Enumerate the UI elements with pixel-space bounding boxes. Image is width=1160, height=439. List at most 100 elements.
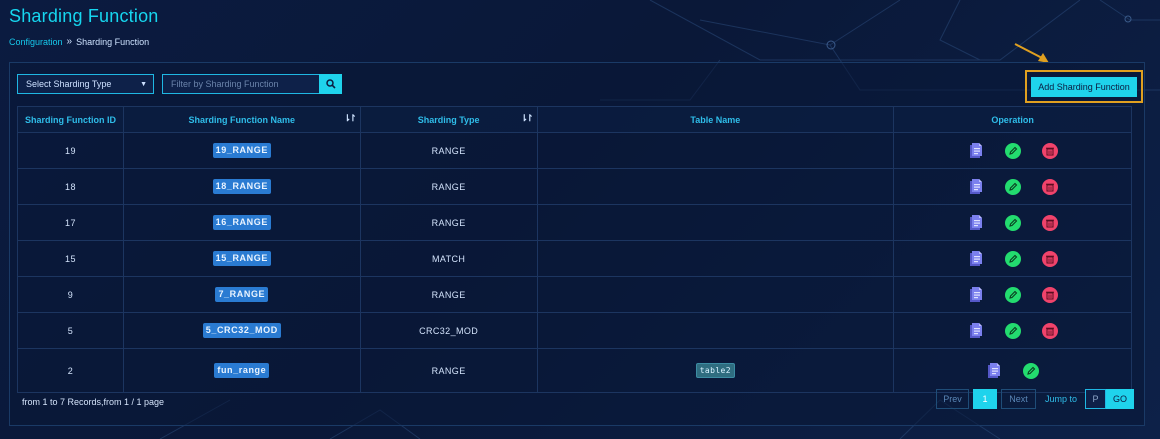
search-button[interactable]: [319, 74, 342, 94]
cell-name: 18_RANGE: [122, 168, 361, 205]
next-page-button[interactable]: Next: [1000, 389, 1036, 409]
table-row: 17 16_RANGE RANGE: [17, 204, 1132, 241]
delete-button[interactable]: [1041, 322, 1058, 339]
edit-button[interactable]: [1004, 214, 1021, 231]
page-number-button[interactable]: 1: [972, 389, 997, 409]
cell-table: [536, 168, 895, 205]
sort-icon[interactable]: ⇂↾: [344, 113, 357, 124]
edit-button[interactable]: [1004, 322, 1021, 339]
edit-button[interactable]: [1004, 178, 1021, 195]
header-operation-label: Operation: [991, 114, 1034, 125]
cell-table: [536, 204, 895, 241]
table-name-tag[interactable]: table2: [695, 363, 735, 378]
breadcrumb-current: Sharding Function: [76, 36, 150, 47]
cell-operation: [893, 348, 1132, 393]
trash-icon: [1045, 147, 1054, 155]
filter-input[interactable]: [162, 74, 319, 94]
table-row: 9 7_RANGE RANGE: [17, 276, 1132, 313]
view-details-button[interactable]: [968, 178, 984, 195]
delete-button[interactable]: [1041, 250, 1058, 267]
chevron-down-icon: ▼: [140, 80, 147, 88]
view-details-button[interactable]: [968, 286, 984, 303]
delete-button[interactable]: [1041, 214, 1058, 231]
header-type-label: Sharding Type: [417, 114, 480, 125]
sharding-type: RANGE: [431, 217, 466, 228]
edit-button[interactable]: [1004, 250, 1021, 267]
function-name-tag[interactable]: fun_range: [214, 363, 270, 378]
add-sharding-function-button[interactable]: Add Sharding Function: [1031, 76, 1137, 97]
header-name: Sharding Function Name ⇂↾: [122, 106, 361, 133]
cell-id: 15: [17, 240, 124, 277]
trash-icon: [1045, 219, 1054, 227]
cell-id: 17: [17, 204, 124, 241]
breadcrumb-configuration-link[interactable]: Configuration: [9, 37, 63, 47]
sharding-type-select[interactable]: Select Sharding Type ▼: [17, 74, 154, 94]
pencil-icon: [1008, 218, 1017, 227]
cell-type: RANGE: [359, 204, 538, 241]
sharding-type-select-label: Select Sharding Type: [26, 79, 112, 89]
trash-icon: [1045, 255, 1054, 263]
function-name-tag[interactable]: 16_RANGE: [212, 215, 271, 230]
header-table-label: Table Name: [690, 114, 741, 125]
view-details-button[interactable]: [968, 250, 984, 267]
search-icon: [325, 79, 336, 89]
cell-name: 16_RANGE: [122, 204, 361, 241]
edit-button[interactable]: [1004, 142, 1021, 159]
delete-button[interactable]: [1041, 286, 1058, 303]
pencil-icon: [1008, 182, 1017, 191]
sort-icon[interactable]: ⇂↾: [520, 113, 533, 124]
document-icon: [969, 251, 982, 266]
trash-icon: [1045, 183, 1054, 191]
cell-operation: [893, 312, 1132, 349]
delete-button[interactable]: [1041, 142, 1058, 159]
operation-group: [895, 178, 1130, 195]
records-summary: from 1 to 7 Records,from 1 / 1 page: [22, 397, 165, 407]
sharding-type: RANGE: [431, 365, 466, 376]
function-id: 19: [65, 145, 76, 156]
header-operation: Operation: [893, 106, 1132, 133]
function-name-tag[interactable]: 19_RANGE: [212, 143, 271, 158]
cell-id: 9: [17, 276, 124, 313]
cell-id: 2: [17, 348, 124, 393]
document-icon: [969, 179, 982, 194]
function-name-tag[interactable]: 7_RANGE: [215, 287, 269, 302]
cell-name: 7_RANGE: [122, 276, 361, 313]
pencil-icon: [1008, 146, 1017, 155]
edit-button[interactable]: [1023, 362, 1040, 379]
add-button-highlight: Add Sharding Function: [1025, 70, 1143, 103]
table-row: 5 5_CRC32_MOD CRC32_MOD: [17, 312, 1132, 349]
sharding-type: CRC32_MOD: [419, 325, 479, 336]
cell-name: 15_RANGE: [122, 240, 361, 277]
document-icon: [969, 215, 982, 230]
function-name-tag[interactable]: 5_CRC32_MOD: [202, 323, 281, 338]
cell-name: 19_RANGE: [122, 132, 361, 169]
function-id: 15: [65, 253, 76, 264]
edit-button[interactable]: [1004, 286, 1021, 303]
view-details-button[interactable]: [986, 362, 1002, 379]
cell-type: RANGE: [359, 132, 538, 169]
pencil-icon: [1008, 290, 1017, 299]
cell-table: [536, 312, 895, 349]
view-details-button[interactable]: [968, 142, 984, 159]
function-name-tag[interactable]: 18_RANGE: [212, 179, 271, 194]
function-name-tag[interactable]: 15_RANGE: [212, 251, 271, 266]
table-row: 15 15_RANGE MATCH: [17, 240, 1132, 277]
go-button[interactable]: GO: [1106, 389, 1134, 409]
view-details-button[interactable]: [968, 214, 984, 231]
cell-name: 5_CRC32_MOD: [122, 312, 361, 349]
operation-group: [895, 286, 1130, 303]
jump-to-label: Jump to: [1044, 394, 1077, 404]
view-details-button[interactable]: [968, 322, 984, 339]
sharding-function-table: Sharding Function ID Sharding Function N…: [17, 106, 1132, 393]
page-title: Sharding Function: [9, 6, 159, 26]
pencil-icon: [1027, 366, 1036, 375]
cell-table: table2: [536, 348, 895, 393]
breadcrumb: Configuration » Sharding Function: [9, 36, 149, 47]
cell-type: MATCH: [359, 240, 538, 277]
header-name-label: Sharding Function Name: [188, 114, 296, 125]
cell-name: fun_range: [122, 348, 361, 393]
sharding-type: RANGE: [431, 181, 466, 192]
jump-page-input[interactable]: P: [1085, 389, 1106, 409]
delete-button[interactable]: [1041, 178, 1058, 195]
prev-page-button[interactable]: Prev: [935, 389, 969, 409]
